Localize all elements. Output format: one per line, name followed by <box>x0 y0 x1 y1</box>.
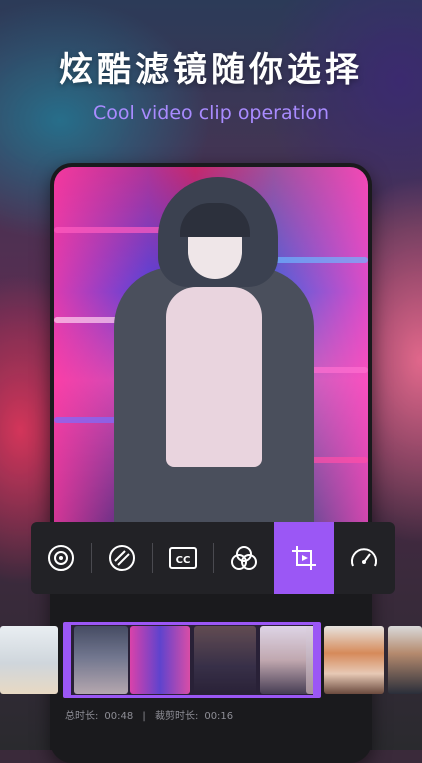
duration-info: 总时长: 00:48 | 裁剪时长: 00:16 <box>65 707 239 722</box>
closed-caption-icon: CC <box>169 547 197 569</box>
trim-duration-label: 裁剪时长: <box>154 711 199 722</box>
crop-tool-button[interactable] <box>274 522 334 594</box>
speedometer-icon <box>351 548 377 567</box>
video-preview[interactable] <box>54 167 368 523</box>
person-shirt <box>166 287 262 467</box>
total-duration-value: 00:48 <box>104 711 134 722</box>
sticker-tool-button[interactable] <box>92 522 152 594</box>
filter-circles-icon <box>231 546 257 570</box>
subheadline: Cool video clip operation <box>92 102 330 124</box>
subtitle-tool-button[interactable]: CC <box>153 522 213 594</box>
clip-thumbnail[interactable] <box>0 626 58 694</box>
crop-video-icon <box>292 546 316 570</box>
trim-handle-right[interactable] <box>313 622 321 698</box>
filter-tool-button[interactable] <box>214 522 274 594</box>
svg-text:CC: CC <box>176 555 191 566</box>
sticker-icon <box>109 545 135 571</box>
phone-bottom <box>50 725 372 750</box>
music-tool-button[interactable] <box>31 522 91 594</box>
info-divider: | <box>142 711 146 722</box>
speed-tool-button[interactable] <box>334 522 394 594</box>
vinyl-disc-icon <box>48 545 74 571</box>
trim-handle-left[interactable] <box>63 622 71 698</box>
total-duration-label: 总时长: <box>65 711 99 722</box>
clip-thumbnail[interactable] <box>324 626 384 694</box>
clip-thumbnail[interactable] <box>388 626 422 694</box>
headline: 炫酷滤镜随你选择 <box>59 50 363 90</box>
edit-toolbar: CC <box>31 522 395 594</box>
trim-duration-value: 00:16 <box>204 711 234 722</box>
clip-selection-frame[interactable] <box>63 622 321 698</box>
